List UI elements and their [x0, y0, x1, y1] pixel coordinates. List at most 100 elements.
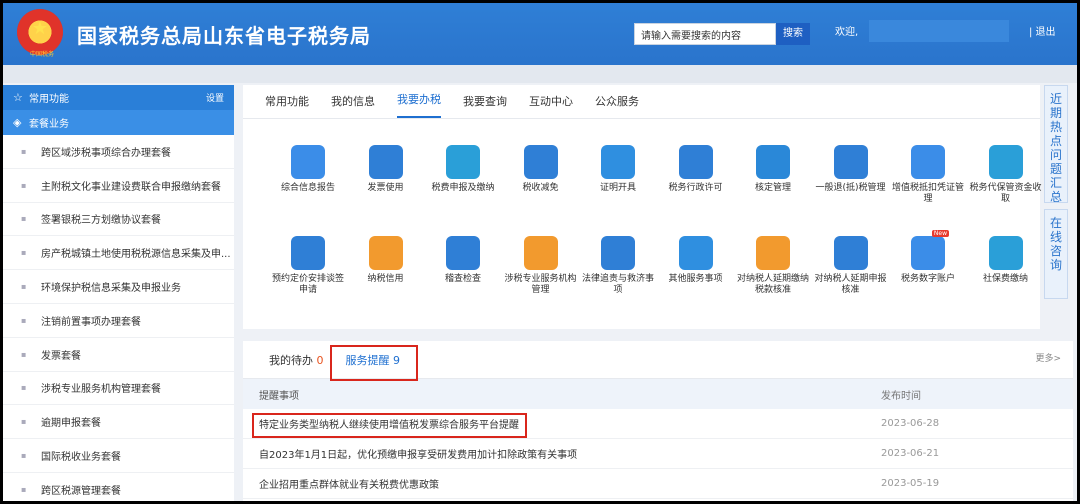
service-label: 涉税专业服务机构管理 — [504, 274, 577, 295]
service-item[interactable]: 核定管理 — [733, 145, 813, 194]
service-item[interactable]: 纳税信用 — [346, 236, 426, 285]
service-label: 税务行政许可 — [668, 183, 723, 193]
todo-count: 0 — [316, 353, 324, 367]
main-tab[interactable]: 互动中心 — [529, 93, 573, 118]
sidebar-item[interactable]: ▪ 签署银税三方划缴协议套餐 — [3, 203, 234, 237]
hot-issues-tab[interactable]: 近期热点问题汇总 — [1044, 85, 1068, 204]
service-item[interactable]: 综合信息报告 — [268, 145, 348, 194]
service-item[interactable]: 税费申报及缴纳 — [423, 145, 503, 194]
sidebar-item-label: 房产税城镇土地使用税税源信息采集及申... — [41, 249, 231, 261]
notice-title[interactable]: 自2023年1月1日起，优化预缴申报享受研发费用加计扣除政策有关事项 — [243, 446, 865, 461]
service-item[interactable]: 税务行政许可 — [656, 145, 736, 194]
person-extend-icon — [756, 236, 790, 270]
app-window: ★ 中国税务 国家税务总局山东省电子税务局 请输入需要搜索的内容 搜索 欢迎, … — [3, 3, 1077, 501]
main-tab[interactable]: 我的信息 — [331, 93, 375, 118]
tab-my-todo-label: 我的待办 — [269, 353, 313, 367]
sidebar-item[interactable]: ▪ 跨区域涉税事项综合办理套餐 — [3, 135, 234, 169]
service-item[interactable]: New 税务数字账户 — [888, 230, 968, 285]
main-tab[interactable]: 常用功能 — [265, 93, 309, 118]
online-consult-tab[interactable]: 在线咨询 — [1044, 209, 1068, 299]
sidebar-item[interactable]: ▪ 跨区税源管理套餐 — [3, 473, 234, 501]
document-icon — [291, 145, 325, 179]
main-tabs: 常用功能 我的信息 我要办税 我要查询 互动中心 公众服务 — [243, 85, 1040, 119]
bullet-icon: ▪ — [21, 417, 27, 427]
service-label: 核定管理 — [754, 183, 791, 193]
col-item-header: 提醒事项 — [259, 390, 299, 402]
service-label: 税务代保管资金收取 — [969, 183, 1042, 204]
sidebar-item[interactable]: ▪ 涉税专业服务机构管理套餐 — [3, 372, 234, 406]
service-item[interactable]: 法律追责与救济事项 — [578, 236, 658, 296]
notice-date: 2023-05-19 — [881, 478, 940, 489]
table-header: 提醒事项 发布时间 — [243, 379, 1073, 409]
gavel-icon — [601, 236, 635, 270]
service-label: 一般退(抵)税管理 — [815, 183, 886, 193]
site-title[interactable]: 国家税务总局山东省电子税务局 — [77, 20, 371, 49]
service-label: 其他服务事项 — [668, 274, 723, 284]
bullet-icon: ▪ — [21, 349, 27, 359]
service-item[interactable]: 税务代保管资金收取 — [966, 145, 1046, 205]
service-item[interactable]: 一般退(抵)税管理 — [811, 145, 891, 194]
service-item[interactable]: 稽查检查 — [423, 236, 503, 285]
service-label: 增值税抵扣凭证管理 — [891, 183, 964, 204]
sidebar-favorites[interactable]: ☆ 常用功能 设置 — [3, 85, 234, 110]
notice-title[interactable]: 企业招用重点群体就业有关税费优惠政策 — [243, 476, 865, 491]
doc-search-icon — [446, 236, 480, 270]
bullet-icon: ▪ — [21, 146, 27, 156]
sidebar-item[interactable]: ▪ 房产税城镇土地使用税税源信息采集及申... — [3, 236, 234, 271]
more-link[interactable]: 更多> — [1035, 351, 1061, 364]
service-label: 综合信息报告 — [280, 183, 335, 193]
sidebar-item-label: 签署银税三方划缴协议套餐 — [41, 215, 161, 227]
welcome-text: 欢迎, — [835, 27, 859, 38]
settings-link[interactable]: 设置 — [206, 91, 224, 104]
highlight-box-row — [252, 413, 527, 438]
main-tab[interactable]: 我要办税 — [397, 91, 441, 118]
main-tab[interactable]: 公众服务 — [595, 93, 639, 118]
service-item[interactable]: 涉税专业服务机构管理 — [501, 236, 581, 296]
service-label: 税务数字账户 — [900, 274, 955, 284]
bullet-icon: ▪ — [21, 214, 27, 224]
service-item[interactable]: 对纳税人延期缴纳税款核准 — [733, 236, 813, 296]
service-item[interactable]: 发票使用 — [346, 145, 426, 194]
service-item[interactable]: 社保费缴纳 — [966, 236, 1046, 285]
sidebar-item[interactable]: ▪ 国际税收业务套餐 — [3, 439, 234, 473]
bullet-icon: ▪ — [21, 451, 27, 461]
service-label: 发票使用 — [367, 183, 404, 193]
bullet-icon: ▪ — [21, 180, 27, 190]
bullet-icon: ▪ — [21, 484, 27, 494]
table-row[interactable]: 自2023年1月1日起，优化预缴申报享受研发费用加计扣除政策有关事项 2023-0… — [243, 439, 1073, 469]
sidebar-item[interactable]: ▪ 发票套餐 — [3, 338, 234, 372]
sidebar-item[interactable]: ▪ 逾期申报套餐 — [3, 405, 234, 440]
service-label: 对纳税人延期申报核准 — [814, 274, 887, 295]
search-button[interactable]: 搜索 — [776, 23, 810, 45]
sidebar-item-label: 国际税收业务套餐 — [41, 452, 121, 464]
search-input[interactable]: 请输入需要搜索的内容 — [634, 23, 776, 45]
service-item[interactable]: 增值税抵扣凭证管理 — [888, 145, 968, 205]
service-label: 纳税信用 — [367, 274, 404, 284]
chart-doc-icon — [291, 236, 325, 270]
logout-link[interactable]: | 退出 — [1029, 23, 1056, 38]
hand-coin-icon — [833, 145, 868, 179]
sidebar-item[interactable]: ▪ 主附税文化事业建设费联合申报缴纳套餐 — [3, 169, 234, 203]
col-date-header: 发布时间 — [881, 390, 921, 402]
wallet-icon — [833, 236, 868, 270]
main-tab[interactable]: 我要查询 — [463, 93, 507, 118]
sidebar-item[interactable]: ▪ 注销前置事项办理套餐 — [3, 304, 234, 338]
sidebar-packages[interactable]: ◈ 套餐业务 — [3, 110, 234, 135]
sidebar-item-label: 注销前置事项办理套餐 — [41, 316, 141, 328]
table-row[interactable]: 企业招用重点群体就业有关税费优惠政策 2023-05-19 — [243, 469, 1073, 499]
new-badge: New — [931, 230, 949, 237]
bullet-icon: ▪ — [21, 282, 27, 292]
service-item[interactable]: 预约定价安排谈签申请 — [268, 236, 348, 296]
service-item[interactable]: 税收减免 — [501, 145, 581, 194]
sidebar-item[interactable]: ▪ 环境保护税信息采集及申报业务 — [3, 270, 234, 304]
service-item[interactable]: 证明开具 — [578, 145, 658, 194]
ledger-icon — [911, 145, 945, 179]
service-label: 稽查检查 — [444, 274, 481, 284]
service-item[interactable]: 对纳税人延期申报核准 — [811, 236, 891, 296]
header: ★ 中国税务 国家税务总局山东省电子税务局 请输入需要搜索的内容 搜索 欢迎, … — [3, 3, 1077, 65]
sidebar-item-label: 跨区税源管理套餐 — [41, 485, 121, 497]
bullet-icon: ▪ — [21, 315, 27, 325]
service-label: 社保费缴纳 — [982, 274, 1028, 284]
service-item[interactable]: 其他服务事项 — [656, 236, 736, 285]
tab-my-todo[interactable]: 我的待办 0 — [269, 352, 324, 368]
